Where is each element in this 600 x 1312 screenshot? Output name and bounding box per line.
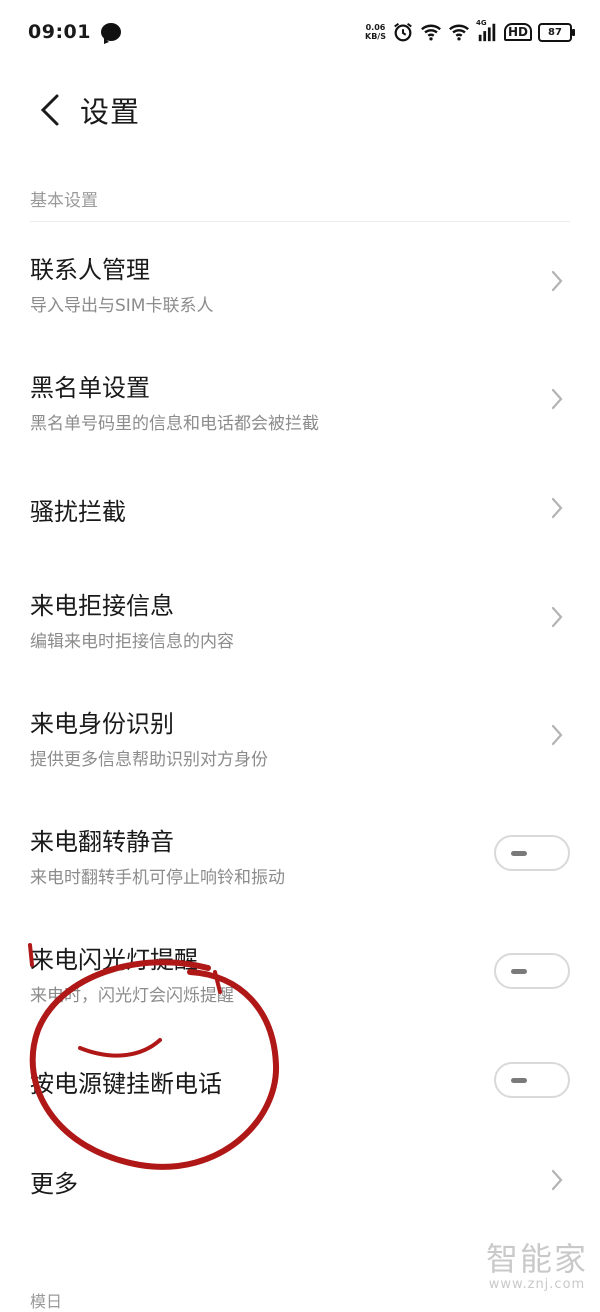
settings-item-title: 按电源键挂断电话 [30, 1070, 222, 1098]
chevron-right-icon [550, 1169, 564, 1191]
battery-indicator: 87 [538, 22, 575, 42]
status-time: 09:01 [28, 21, 91, 43]
net-speed-unit: KB/S [365, 32, 386, 41]
network-type-badge: 4G [475, 19, 487, 27]
settings-item-subtitle: 黑名单号码里的信息和电话都会被拦截 [30, 414, 319, 434]
watermark-logo: 智能家 [485, 1240, 588, 1278]
back-arrow-icon [40, 94, 59, 126]
section-divider [30, 221, 570, 222]
settings-item-title: 联系人管理 [30, 256, 150, 284]
wifi-icon-secondary [448, 21, 470, 43]
settings-item[interactable]: 来电身份识别提供更多信息帮助识别对方身份 [0, 694, 600, 776]
settings-item-text: 来电翻转静音来电时翻转手机可停止响铃和振动 [30, 822, 285, 888]
settings-item-subtitle: 提供更多信息帮助识别对方身份 [30, 750, 268, 770]
toggle-switch[interactable] [494, 1062, 570, 1098]
chevron-right-icon [550, 606, 564, 628]
settings-item-text: 按电源键挂断电话 [30, 1064, 222, 1099]
settings-item[interactable]: 更多 [0, 1148, 600, 1212]
settings-item-title: 来电闪光灯提醒 [30, 946, 198, 974]
watermark: 智能家 www.znj.com [486, 1241, 588, 1292]
status-bar: 09:01 0.06 KB/S 4G HD 87 [0, 0, 600, 64]
settings-item-text: 来电拒接信息编辑来电时拒接信息的内容 [30, 586, 234, 652]
settings-item[interactable]: 骚扰拦截 [0, 476, 600, 540]
toggle-switch[interactable] [494, 835, 570, 871]
settings-item-text: 骚扰拦截 [30, 492, 126, 527]
chevron-right-icon [550, 388, 564, 410]
settings-item-title: 黑名单设置 [30, 374, 150, 402]
settings-item-subtitle: 来电时，闪光灯会闪烁提醒 [30, 986, 234, 1006]
settings-item-title: 更多 [30, 1170, 78, 1198]
page-header: 设置 [0, 72, 600, 148]
settings-item-text: 更多 [30, 1164, 78, 1199]
watermark-url: www.znj.com [488, 1277, 586, 1292]
settings-item-text: 联系人管理导入导出与SIM卡联系人 [30, 250, 213, 316]
settings-item-text: 来电身份识别提供更多信息帮助识别对方身份 [30, 704, 268, 770]
chevron-right-icon [550, 724, 564, 746]
settings-item[interactable]: 来电拒接信息编辑来电时拒接信息的内容 [0, 576, 600, 658]
settings-item[interactable]: 黑名单设置黑名单号码里的信息和电话都会被拦截 [0, 358, 600, 440]
settings-item-text: 黑名单设置黑名单号码里的信息和电话都会被拦截 [30, 368, 319, 434]
chevron-right-icon [550, 270, 564, 292]
settings-item-title: 来电身份识别 [30, 710, 174, 738]
signal-icon: 4G [475, 19, 498, 43]
settings-item-subtitle: 来电时翻转手机可停止响铃和振动 [30, 868, 285, 888]
back-button[interactable] [20, 80, 80, 140]
settings-item[interactable]: 来电闪光灯提醒来电时，闪光灯会闪烁提醒 [0, 930, 600, 1012]
wifi-icon [420, 21, 442, 43]
settings-item-subtitle: 编辑来电时拒接信息的内容 [30, 632, 234, 652]
settings-item-text: 来电闪光灯提醒来电时，闪光灯会闪烁提醒 [30, 940, 234, 1006]
settings-item[interactable]: 按电源键挂断电话 [0, 1048, 600, 1112]
alarm-icon [392, 21, 414, 43]
section-label: 基本设置 [30, 191, 98, 211]
chat-bubble-icon [100, 23, 121, 44]
partial-section-label: 模日 [30, 1292, 63, 1311]
settings-item-subtitle: 导入导出与SIM卡联系人 [30, 296, 214, 316]
page-title: 设置 [80, 95, 141, 129]
network-speed: 0.06 KB/S [365, 23, 386, 41]
hd-badge: HD [503, 23, 532, 41]
settings-item[interactable]: 来电翻转静音来电时翻转手机可停止响铃和振动 [0, 812, 600, 894]
toggle-switch[interactable] [494, 953, 570, 989]
net-speed-value: 0.06 [365, 23, 386, 32]
settings-item-title: 来电拒接信息 [30, 592, 174, 620]
settings-item-title: 来电翻转静音 [30, 828, 174, 856]
settings-item[interactable]: 联系人管理导入导出与SIM卡联系人 [0, 240, 600, 322]
settings-item-title: 骚扰拦截 [30, 498, 126, 526]
chevron-right-icon [550, 497, 564, 519]
